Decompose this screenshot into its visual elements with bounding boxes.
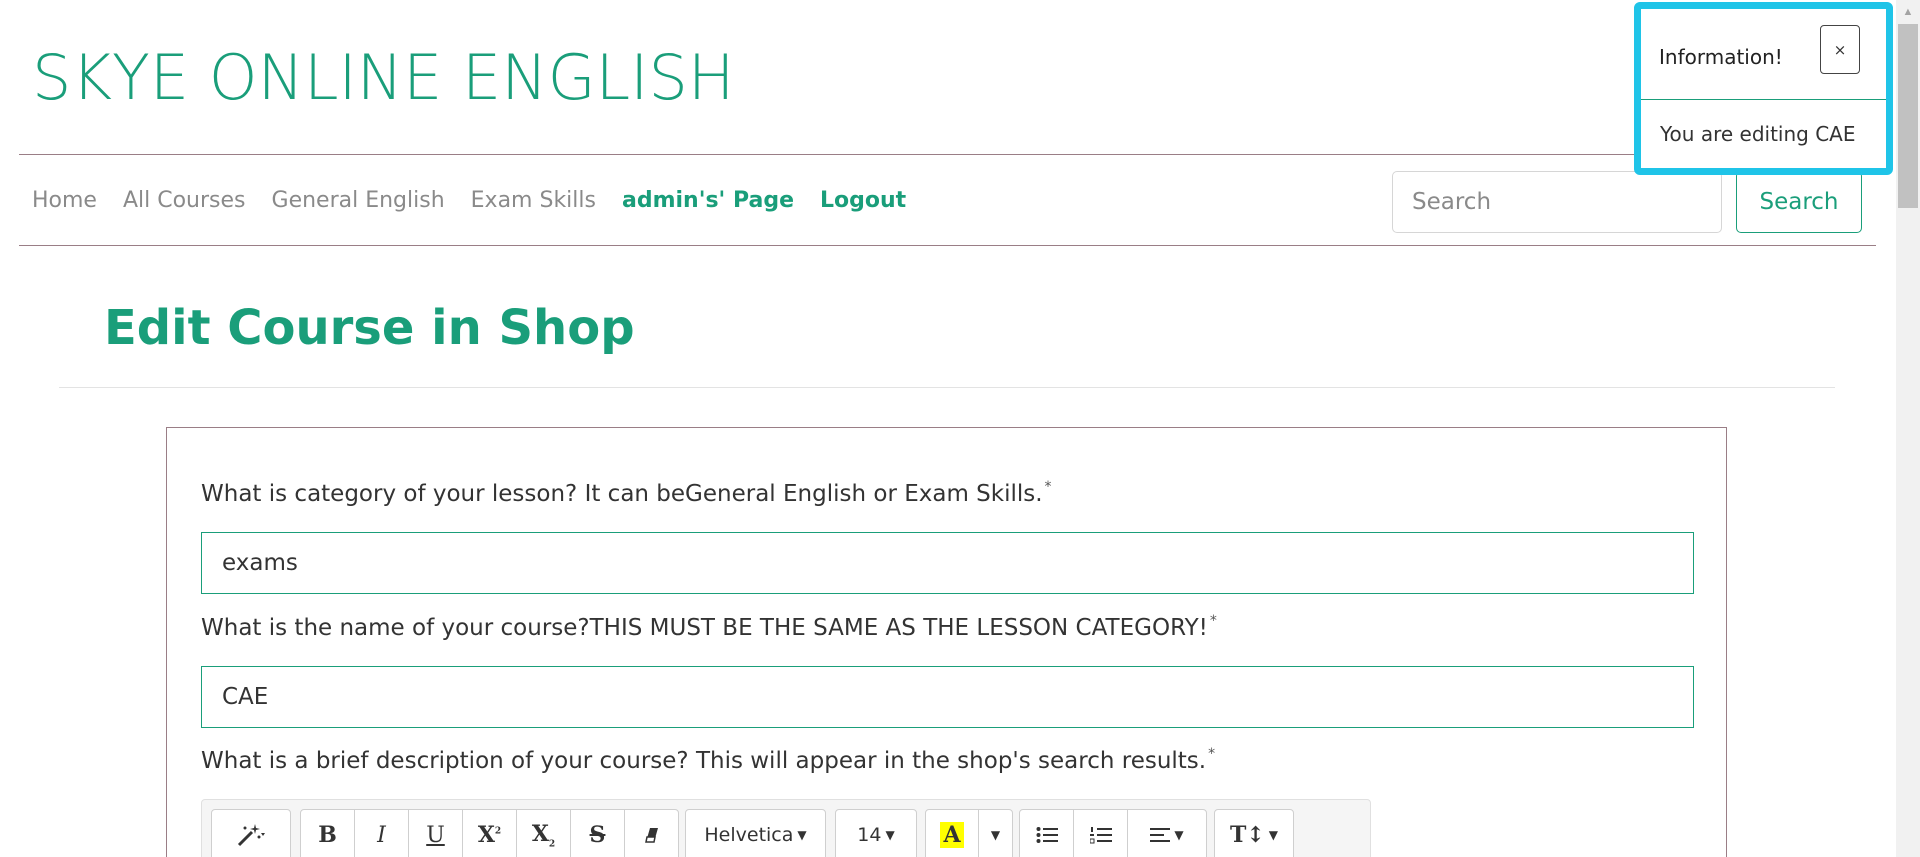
- toast-title: Information!: [1659, 45, 1783, 69]
- caret-down-icon: ▼: [1174, 828, 1184, 842]
- underline-button[interactable]: U: [408, 809, 463, 857]
- superscript-button[interactable]: X2: [462, 809, 517, 857]
- toolbar-group-style: [211, 809, 291, 857]
- line-height-dropdown-button[interactable]: T↕ ▼: [1214, 809, 1294, 857]
- italic-button[interactable]: I: [354, 809, 409, 857]
- toast-header: Information! ×: [1641, 9, 1886, 100]
- page-title: Edit Course in Shop: [104, 300, 635, 356]
- align-dropdown-button[interactable]: ▼: [1127, 809, 1207, 857]
- title-divider: [59, 387, 1835, 388]
- strikethrough-button[interactable]: S: [570, 809, 625, 857]
- nav-link-general-english[interactable]: General English: [272, 188, 445, 213]
- line-height-icon: T↕: [1229, 822, 1265, 848]
- category-label-text: What is category of your lesson? It can …: [201, 481, 1043, 507]
- toolbar-group-font-size: 14 ▼: [835, 809, 917, 857]
- font-size-dropdown[interactable]: 14 ▼: [835, 809, 917, 857]
- font-size-value: 14: [857, 824, 882, 846]
- category-input[interactable]: [201, 532, 1694, 594]
- color-dropdown-button[interactable]: ▼: [978, 809, 1013, 857]
- toolbar-group-font-style: B I U X2 X2 S: [300, 809, 679, 857]
- caret-down-icon: ▼: [885, 828, 895, 842]
- course-name-input[interactable]: [201, 666, 1694, 728]
- align-icon: [1150, 828, 1171, 842]
- required-marker: *: [1044, 479, 1052, 495]
- nav-link-exam-skills[interactable]: Exam Skills: [471, 188, 596, 213]
- highlight-color-button[interactable]: A: [925, 809, 979, 857]
- required-marker: *: [1208, 746, 1216, 762]
- required-marker: *: [1209, 613, 1217, 629]
- nav-link-home[interactable]: Home: [32, 188, 97, 213]
- subscript-icon: X2: [531, 820, 556, 850]
- search-button[interactable]: Search: [1736, 171, 1862, 233]
- ordered-list-icon: [1089, 827, 1112, 844]
- course-name-label: What is the name of your course?THIS MUS…: [201, 613, 1217, 641]
- scrollbar-thumb[interactable]: [1898, 24, 1918, 208]
- nav-link-admin-page[interactable]: admin's' Page: [622, 188, 794, 213]
- magic-wand-icon: [237, 824, 265, 847]
- toolbar-group-color: A ▼: [925, 809, 1013, 857]
- toast-message: You are editing CAE: [1660, 122, 1856, 146]
- category-label: What is category of your lesson? It can …: [201, 479, 1052, 507]
- caret-down-icon: ▼: [990, 828, 1001, 842]
- toolbar-group-height: T↕ ▼: [1214, 809, 1294, 857]
- caret-down-icon: ▼: [1268, 828, 1279, 842]
- main-navbar: Home All Courses General English Exam Sk…: [19, 154, 1876, 246]
- eraser-icon: [644, 828, 658, 843]
- unordered-list-button[interactable]: [1019, 809, 1074, 857]
- nav-link-all-courses[interactable]: All Courses: [123, 188, 246, 213]
- nav-link-logout[interactable]: Logout: [820, 188, 906, 213]
- search-input[interactable]: [1392, 171, 1722, 233]
- description-label: What is a brief description of your cour…: [201, 746, 1216, 774]
- info-toast: Information! × You are editing CAE: [1634, 2, 1893, 175]
- highlight-color-icon: A: [940, 822, 964, 848]
- strikethrough-icon: S: [589, 822, 606, 848]
- style-dropdown-button[interactable]: [211, 809, 291, 857]
- superscript-icon: X2: [477, 822, 502, 848]
- subscript-button[interactable]: X2: [516, 809, 571, 857]
- bold-icon: B: [318, 822, 337, 848]
- unordered-list-icon: [1036, 827, 1058, 843]
- nav-links: Home All Courses General English Exam Sk…: [32, 155, 932, 245]
- description-label-text: What is a brief description of your cour…: [201, 748, 1207, 774]
- toast-close-button[interactable]: ×: [1820, 25, 1860, 74]
- font-family-dropdown[interactable]: Helvetica ▼: [685, 809, 826, 857]
- toolbar-group-paragraph: ▼: [1019, 809, 1207, 857]
- scroll-up-arrow-icon[interactable]: ▲: [1898, 2, 1918, 22]
- site-title: SKYE ONLINE ENGLISH: [32, 41, 735, 114]
- bold-button[interactable]: B: [300, 809, 355, 857]
- underline-icon: U: [426, 822, 445, 848]
- course-name-label-text: What is the name of your course?THIS MUS…: [201, 615, 1208, 641]
- ordered-list-button[interactable]: [1073, 809, 1128, 857]
- font-family-value: Helvetica: [704, 824, 794, 846]
- toolbar-group-font-name: Helvetica ▼: [685, 809, 826, 857]
- italic-icon: I: [377, 822, 386, 848]
- rich-text-toolbar: B I U X2 X2 S Helvetica ▼ 14 ▼ A ▼ ▼ T↕ …: [201, 799, 1371, 857]
- clear-format-button[interactable]: [624, 809, 679, 857]
- caret-down-icon: ▼: [797, 828, 807, 842]
